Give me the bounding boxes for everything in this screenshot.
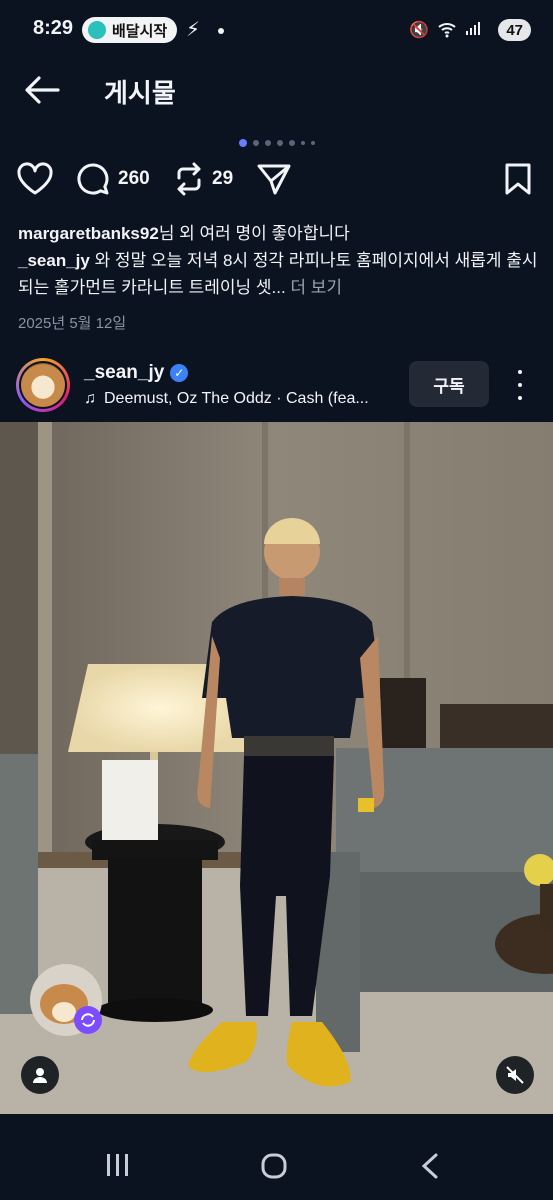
photo-illustration (0, 422, 553, 1114)
back-nav-icon[interactable] (418, 1152, 442, 1180)
share-button[interactable] (256, 162, 292, 196)
post-actions: 260 29 (0, 162, 553, 208)
avatar[interactable] (16, 358, 70, 412)
repost-icon (177, 162, 201, 196)
delivery-app-icon (88, 21, 106, 39)
repost-button[interactable]: 29 (174, 162, 233, 196)
post-caption: margaretbanks92님 외 여러 명이 좋아합니다 _sean_jy … (18, 220, 538, 301)
more-link[interactable]: 더 보기 (286, 278, 342, 297)
carousel-dot (264, 140, 271, 146)
carousel-dot (288, 140, 295, 146)
verified-badge-icon: ✓ (170, 364, 189, 382)
author-username[interactable]: _sean_jy (84, 362, 164, 384)
battery-indicator: 47 (498, 19, 531, 41)
charging-bolt-icon: ⚡ (186, 19, 201, 41)
page-title: 게시물 (104, 78, 176, 108)
signal-icon (466, 22, 480, 35)
liked-by-line[interactable]: margaretbanks92님 외 여러 명이 좋아합니다 (18, 220, 538, 247)
arrow-left-icon[interactable] (22, 72, 62, 108)
carousel-dot (276, 140, 283, 146)
comment-button[interactable]: 260 (76, 162, 150, 196)
music-title: Deemust, Oz The Oddz · Cash (fea... (104, 390, 369, 407)
caption-text: _sean_jy 와 정말 오늘 저녁 8시 정각 라피나토 홈페이지에서 새롭… (18, 247, 538, 301)
music-info[interactable]: ♫ Deemust, Oz The Oddz · Cash (fea... (84, 390, 404, 408)
status-bar: 8:29 배달시작 ⚡ 🔇 47 (0, 0, 553, 60)
recent-apps-icon[interactable] (104, 1152, 132, 1178)
author-username-row[interactable]: _sean_jy ✓ (84, 362, 189, 384)
more-options-icon[interactable] (508, 370, 532, 400)
notification-dot-icon (218, 28, 224, 34)
liked-by-suffix: 님 외 여러 명이 좋아합니다 (158, 224, 350, 243)
home-icon[interactable] (260, 1152, 288, 1180)
save-button[interactable] (504, 162, 532, 196)
system-icons: 🔇 (409, 20, 481, 40)
comment-icon (77, 163, 109, 195)
post-date: 2025년 5월 12일 (18, 315, 127, 332)
wifi-icon (438, 23, 456, 38)
status-time: 8:29 (33, 17, 74, 39)
caption-username[interactable]: _sean_jy (18, 251, 90, 270)
author-row: _sean_jy ✓ ♫ Deemust, Oz The Oddz · Cash… (0, 350, 553, 418)
bookmark-icon (505, 163, 531, 195)
carousel-indicator (0, 139, 553, 147)
carousel-dot (300, 141, 305, 145)
person-icon[interactable] (21, 1056, 59, 1094)
carousel-dot (310, 141, 315, 145)
notification-pill[interactable]: 배달시작 (82, 17, 178, 43)
subscribe-button[interactable]: 구독 (409, 361, 489, 407)
mute-status-icon: 🔇 (409, 22, 429, 39)
android-nav-bar (0, 1114, 553, 1200)
caption-body: 와 정말 오늘 저녁 8시 정각 라피나토 홈페이지에서 새롭게 출시되는 홀가… (18, 251, 538, 297)
send-icon (257, 164, 291, 195)
post-photo[interactable] (0, 422, 553, 1114)
reposts-count: 29 (212, 168, 234, 189)
heart-icon (17, 162, 53, 195)
notification-label: 배달시작 (112, 22, 168, 40)
top-bar: 게시물 (0, 60, 553, 120)
likes-count: 260 (118, 168, 150, 189)
carousel-dot (252, 140, 259, 146)
liked-by-username[interactable]: margaretbanks92 (18, 224, 159, 243)
speaker-muted-icon[interactable] (496, 1056, 534, 1094)
carousel-dot-active (238, 139, 247, 147)
music-note-icon: ♫ (84, 390, 96, 407)
like-button[interactable] (16, 162, 54, 196)
